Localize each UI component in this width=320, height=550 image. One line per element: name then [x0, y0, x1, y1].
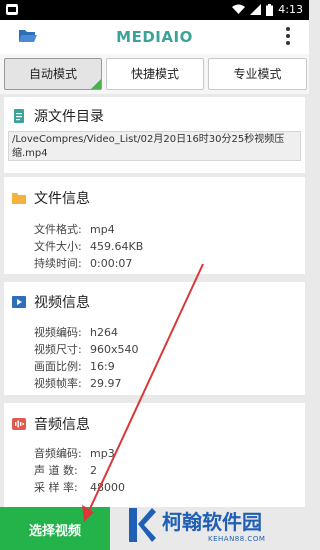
duration-row: 持续时间: 0:00:07: [34, 255, 132, 271]
video-icon: [12, 296, 26, 308]
source-directory-card: 源文件目录 /LoveCompres/Video_List/02月20日16时3…: [4, 97, 305, 173]
channels-label: 声 道 数:: [34, 464, 78, 477]
file-size-row: 文件大小: 459.64KB: [34, 238, 143, 254]
duration-value: 0:00:07: [90, 257, 133, 270]
sample-rate-label: 采 样 率:: [34, 481, 78, 494]
source-directory-title: 源文件目录: [34, 109, 104, 125]
file-size-label: 文件大小:: [34, 240, 82, 253]
audio-codec-label: 音频编码:: [34, 447, 82, 460]
video-size-label: 视频尺寸:: [34, 343, 82, 356]
audio-codec-value: mp3: [90, 447, 115, 460]
audio-icon: [12, 418, 26, 430]
file-size-value: 459.64KB: [90, 240, 144, 253]
signal-icon: [250, 4, 262, 15]
audio-codec-row: 音频编码: mp3: [34, 445, 115, 461]
status-bar: 4:13: [0, 0, 309, 20]
tab-auto-mode[interactable]: 自动模式: [4, 58, 102, 90]
file-format-row: 文件格式: mp4: [34, 221, 115, 237]
mode-tabs: 自动模式 快捷模式 专业模式: [0, 54, 309, 94]
sample-rate-row: 采 样 率: 48000: [34, 479, 125, 495]
frame-rate-value: 29.97: [90, 377, 122, 390]
document-icon: [14, 109, 24, 123]
duration-label: 持续时间:: [34, 257, 82, 270]
video-size-row: 视频尺寸: 960x540: [34, 341, 139, 357]
channels-value: 2: [90, 464, 97, 477]
wifi-icon: [232, 4, 246, 14]
video-codec-label: 视频编码:: [34, 326, 82, 339]
clock-time: 4:13: [278, 3, 303, 16]
file-info-title: 文件信息: [34, 191, 90, 207]
channels-row: 声 道 数: 2: [34, 462, 97, 478]
aspect-ratio-label: 画面比例:: [34, 360, 82, 373]
select-video-button[interactable]: 选择视频: [0, 507, 110, 550]
audio-info-card: 音频信息 音频编码: mp3 声 道 数: 2 采 样 率: 48000: [4, 403, 305, 507]
sample-rate-value: 48000: [90, 481, 125, 494]
watermark: 柯翰软件园 KEHAN88.COM: [112, 498, 309, 550]
tab-quick-mode-label: 快捷模式: [130, 67, 179, 81]
frame-rate-label: 视频帧率:: [34, 377, 82, 390]
tab-auto-mode-label: 自动模式: [28, 67, 77, 81]
aspect-ratio-row: 画面比例: 16:9: [34, 358, 115, 374]
select-video-label: 选择视频: [28, 524, 81, 539]
kehan-logo: [129, 508, 156, 542]
battery-icon: [266, 3, 274, 16]
file-info-card: 文件信息 文件格式: mp4 文件大小: 459.64KB 持续时间: 0:00:07: [4, 177, 305, 274]
file-format-value: mp4: [90, 223, 115, 236]
aspect-ratio-value: 16:9: [90, 360, 115, 373]
video-info-title: 视频信息: [34, 295, 90, 311]
tab-pro-mode-label: 专业模式: [233, 67, 282, 81]
audio-info-title: 音频信息: [34, 417, 90, 433]
video-codec-value: h264: [90, 326, 118, 339]
video-info-card: 视频信息 视频编码: h264 视频尺寸: 960x540 画面比例: 16:9 视频…: [4, 282, 305, 395]
video-size-value: 960x540: [90, 343, 139, 356]
folder-yellow-icon: [12, 193, 26, 204]
tab-quick-mode[interactable]: 快捷模式: [106, 58, 204, 90]
app-title: MEDIAIO: [116, 28, 193, 46]
watermark-brand-text: 柯翰软件园: [162, 510, 262, 534]
selected-corner-indicator: [91, 79, 101, 89]
frame-rate-row: 视频帧率: 29.97: [34, 375, 122, 391]
source-path-text: /LoveCompres/Video_List/02月20日16时30分25秒视…: [8, 131, 301, 161]
watermark-url: KEHAN88.COM: [208, 535, 266, 543]
app-notification-icon: [6, 4, 18, 15]
file-format-label: 文件格式:: [34, 223, 82, 236]
app-bar: MEDIAIO: [0, 20, 309, 55]
tab-pro-mode[interactable]: 专业模式: [208, 58, 307, 90]
more-options-icon[interactable]: [285, 26, 291, 46]
video-codec-row: 视频编码: h264: [34, 324, 118, 340]
